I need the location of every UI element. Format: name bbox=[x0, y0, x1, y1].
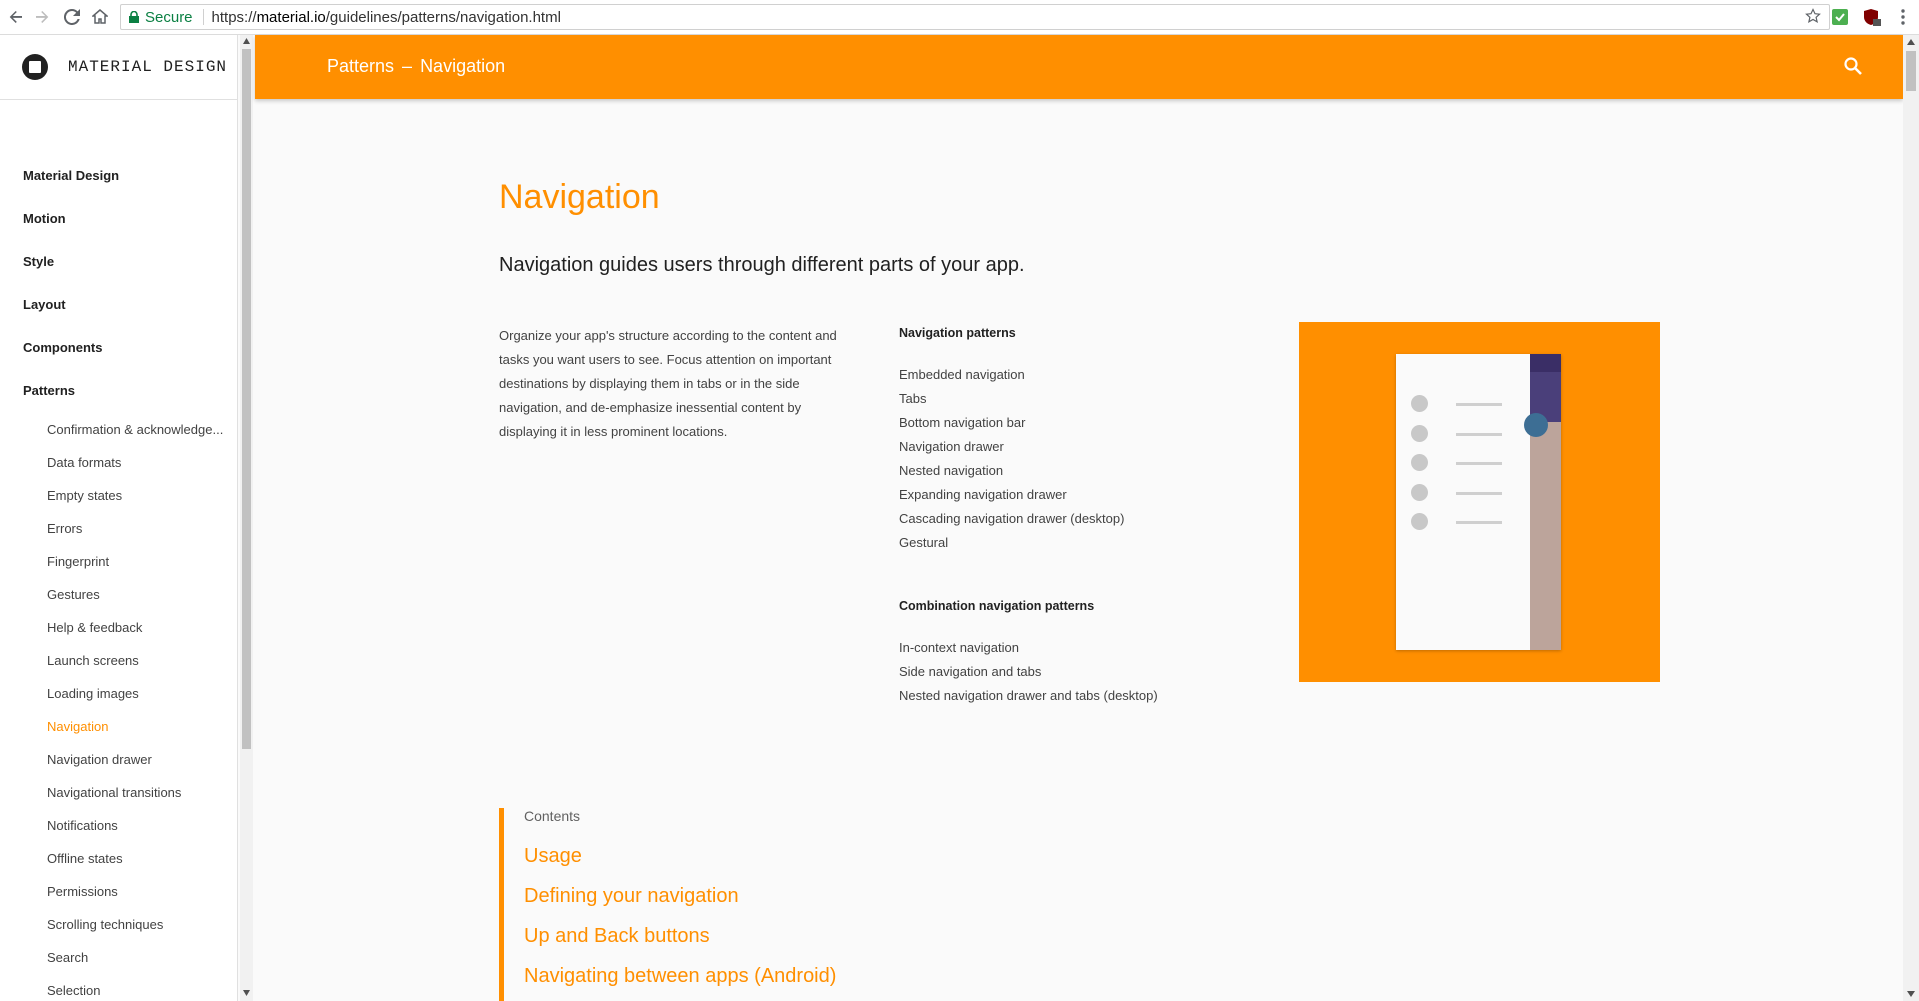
pattern-link[interactable]: Navigation drawer bbox=[899, 439, 1004, 454]
ublock-icon bbox=[1864, 9, 1881, 26]
brand-title: MATERIAL DESIGN bbox=[68, 58, 228, 76]
forward-button[interactable] bbox=[31, 6, 53, 28]
contents-label: Contents bbox=[524, 808, 581, 824]
sidebar-subitem-search[interactable]: Search bbox=[47, 950, 88, 965]
extension-button-green[interactable] bbox=[1830, 7, 1850, 27]
star-icon bbox=[1805, 8, 1821, 23]
sidebar-subitem-navigation-drawer[interactable]: Navigation drawer bbox=[47, 752, 152, 767]
combo-pattern-link[interactable]: Nested navigation drawer and tabs (deskt… bbox=[899, 688, 1158, 703]
sidebar-item-motion[interactable]: Motion bbox=[23, 211, 66, 226]
sidebar-subitem-data-formats[interactable]: Data formats bbox=[47, 455, 121, 470]
contents-accent-bar bbox=[499, 808, 504, 1001]
browser-menu-button[interactable] bbox=[1893, 7, 1913, 27]
sidebar-subitem-navigation[interactable]: Navigation bbox=[47, 719, 108, 734]
sidebar-subitem-fingerprint[interactable]: Fingerprint bbox=[47, 554, 109, 569]
sidebar-item-style[interactable]: Style bbox=[23, 254, 54, 269]
bookmark-star-button[interactable] bbox=[1805, 8, 1821, 28]
sidebar-scrollbar[interactable] bbox=[240, 35, 253, 1001]
phone-list-row bbox=[1411, 484, 1531, 502]
scroll-up-arrow-icon bbox=[243, 38, 250, 44]
home-button[interactable] bbox=[89, 6, 111, 28]
url-path: /guidelines/patterns/navigation.html bbox=[325, 8, 561, 26]
navigation-illustration bbox=[1299, 322, 1660, 682]
sidebar-subitem-offline-states[interactable]: Offline states bbox=[47, 851, 123, 866]
extension-button-ublock[interactable] bbox=[1862, 7, 1882, 27]
sidebar-scroll-thumb[interactable] bbox=[242, 49, 251, 749]
combo-pattern-link[interactable]: Side navigation and tabs bbox=[899, 664, 1041, 679]
forward-arrow-icon bbox=[36, 11, 49, 23]
header-breadcrumb: Patterns – Navigation bbox=[327, 56, 505, 77]
phone-list-row bbox=[1411, 513, 1531, 531]
sidebar-subitem-scrolling-techniques[interactable]: Scrolling techniques bbox=[47, 917, 163, 932]
phone-mockup bbox=[1396, 354, 1561, 650]
sidebar-subitem-loading-images[interactable]: Loading images bbox=[47, 686, 139, 701]
page-header: Patterns – Navigation bbox=[255, 35, 1903, 99]
page-scroll-down-icon bbox=[1907, 991, 1915, 997]
page-lede: Navigation guides users through differen… bbox=[499, 254, 1025, 276]
sidebar-item-material-design[interactable]: Material Design bbox=[23, 168, 119, 183]
sidebar-item-components[interactable]: Components bbox=[23, 340, 102, 355]
page-title: Navigation bbox=[499, 178, 660, 216]
secure-indicator[interactable]: Secure bbox=[121, 8, 204, 26]
contents-link[interactable]: Usage bbox=[524, 845, 582, 868]
secure-label: Secure bbox=[145, 8, 193, 26]
phone-list-row bbox=[1411, 395, 1531, 413]
contents-link[interactable]: Defining your navigation bbox=[524, 885, 739, 908]
sidebar-subitem-confirmation-acknowledge[interactable]: Confirmation & acknowledge... bbox=[47, 422, 223, 437]
pattern-link[interactable]: Bottom navigation bar bbox=[899, 415, 1025, 430]
combo-pattern-link[interactable]: In-context navigation bbox=[899, 640, 1019, 655]
page-scroll-thumb[interactable] bbox=[1906, 51, 1916, 91]
pattern-link[interactable]: Nested navigation bbox=[899, 463, 1003, 478]
sidebar-item-patterns[interactable]: Patterns bbox=[23, 383, 75, 398]
shield-extension-icon bbox=[1832, 9, 1848, 25]
page-scrollbar[interactable] bbox=[1903, 35, 1919, 1001]
url-host: material.io bbox=[256, 8, 326, 26]
sidebar-subitem-gestures[interactable]: Gestures bbox=[47, 587, 100, 602]
sidebar-subitem-selection[interactable]: Selection bbox=[47, 983, 100, 998]
reload-button[interactable] bbox=[61, 6, 83, 28]
sidebar-item-layout[interactable]: Layout bbox=[23, 297, 66, 312]
breadcrumb-separator: – bbox=[402, 56, 413, 76]
sidebar-subitem-navigational-transitions[interactable]: Navigational transitions bbox=[47, 785, 181, 800]
pattern-link[interactable]: Cascading navigation drawer (desktop) bbox=[899, 511, 1124, 526]
sidebar-subitem-notifications[interactable]: Notifications bbox=[47, 818, 118, 833]
patterns-heading: Navigation patterns bbox=[899, 326, 1016, 340]
contents-link[interactable]: Up and Back buttons bbox=[524, 925, 710, 948]
page-scroll-up-icon bbox=[1907, 39, 1915, 45]
phone-list-row bbox=[1411, 425, 1531, 443]
contents-link[interactable]: Navigating between apps (Android) bbox=[524, 965, 836, 988]
sidebar-subitem-permissions[interactable]: Permissions bbox=[47, 884, 118, 899]
pattern-link[interactable]: Embedded navigation bbox=[899, 367, 1025, 382]
sidebar-subitem-launch-screens[interactable]: Launch screens bbox=[47, 653, 139, 668]
back-button[interactable] bbox=[5, 6, 27, 28]
sidebar-subitem-empty-states[interactable]: Empty states bbox=[47, 488, 122, 503]
search-icon bbox=[1844, 57, 1862, 75]
pattern-link[interactable]: Expanding navigation drawer bbox=[899, 487, 1067, 502]
brand-header[interactable]: MATERIAL DESIGN bbox=[0, 35, 237, 100]
sidebar-subitem-errors[interactable]: Errors bbox=[47, 521, 82, 536]
more-vert-icon bbox=[1901, 9, 1905, 25]
reload-icon bbox=[64, 9, 80, 25]
url-text[interactable]: https://material.io/guidelines/patterns/… bbox=[204, 9, 561, 26]
intro-paragraph: Organize your app's structure according … bbox=[499, 328, 837, 439]
address-bar[interactable]: Secure https://material.io/guidelines/pa… bbox=[120, 4, 1830, 30]
scroll-down-arrow-icon bbox=[243, 990, 250, 996]
combo-heading: Combination navigation patterns bbox=[899, 599, 1095, 613]
pattern-link[interactable]: Gestural bbox=[899, 535, 948, 550]
material-logo-icon bbox=[22, 54, 48, 80]
back-arrow-icon bbox=[9, 11, 22, 23]
browser-toolbar: Secure https://material.io/guidelines/pa… bbox=[0, 0, 1919, 35]
url-scheme: https:// bbox=[211, 8, 257, 26]
breadcrumb-page: Navigation bbox=[420, 56, 506, 76]
sidebar-subitem-help-feedback[interactable]: Help & feedback bbox=[47, 620, 142, 635]
pattern-link[interactable]: Tabs bbox=[899, 391, 926, 406]
phone-side-panel-bar bbox=[1530, 354, 1561, 372]
phone-list-row bbox=[1411, 454, 1531, 472]
lock-icon bbox=[129, 11, 139, 23]
sidebar-nav: MATERIAL DESIGN Material Design Motion Sty… bbox=[0, 35, 238, 1001]
breadcrumb-section[interactable]: Patterns bbox=[327, 56, 394, 76]
home-icon bbox=[92, 9, 108, 24]
search-button[interactable] bbox=[1843, 56, 1863, 81]
